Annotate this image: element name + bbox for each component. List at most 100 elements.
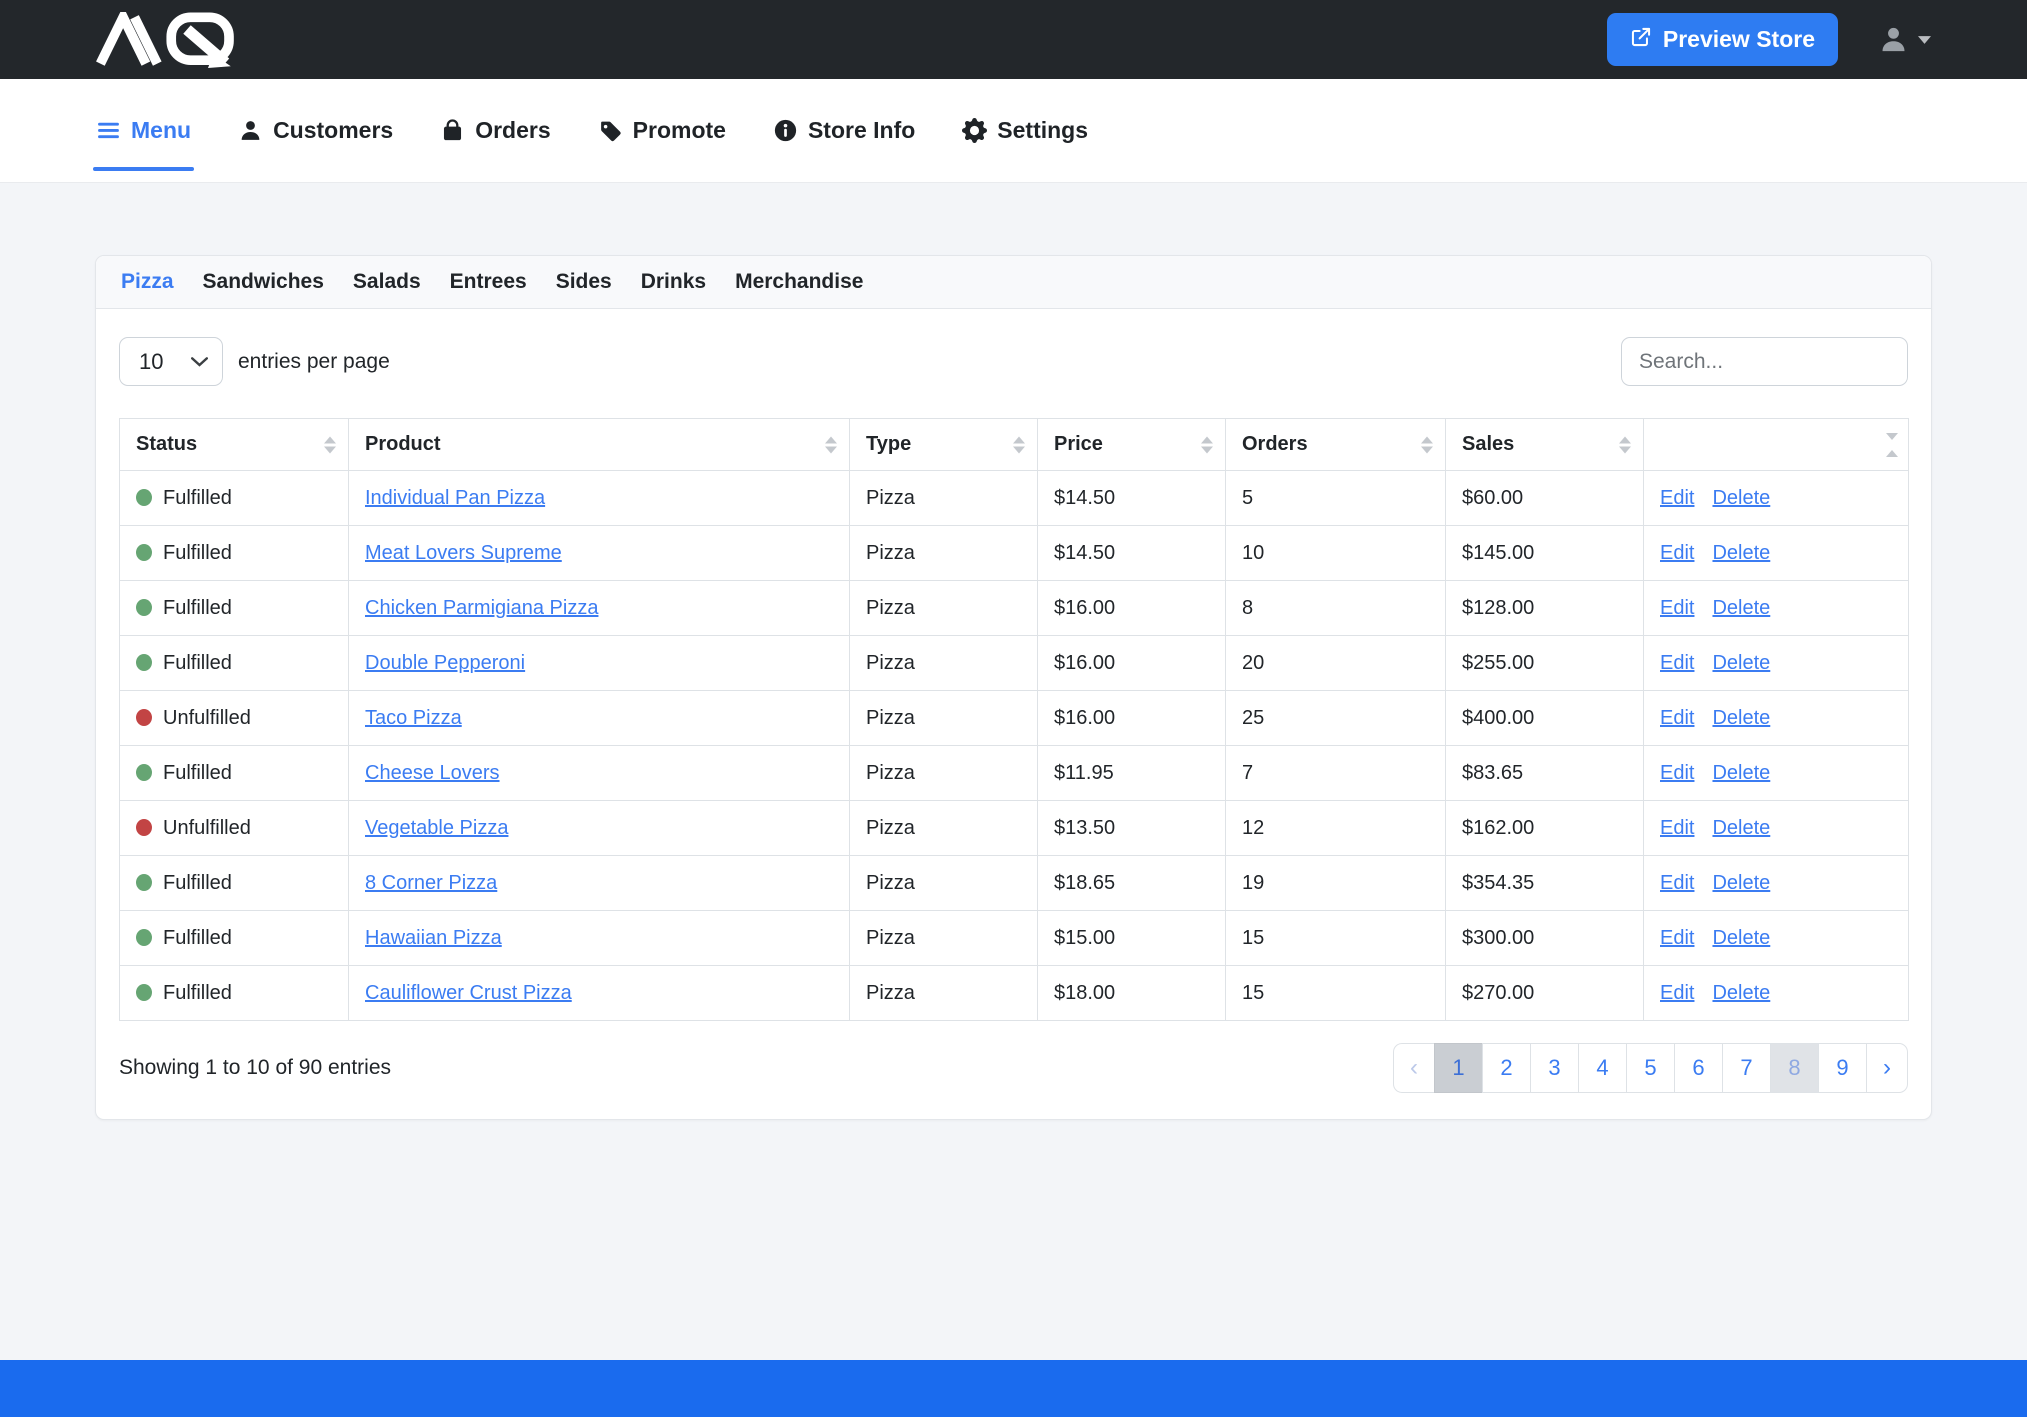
tab-sandwiches[interactable]: Sandwiches — [203, 270, 324, 294]
column-header-actions[interactable] — [1644, 419, 1909, 471]
next-page-button[interactable]: › — [1866, 1043, 1908, 1093]
column-header-type[interactable]: Type — [850, 419, 1038, 471]
type-cell: Pizza — [850, 581, 1038, 636]
delete-link[interactable]: Delete — [1712, 762, 1770, 784]
product-link[interactable]: Cauliflower Crust Pizza — [365, 982, 572, 1004]
prev-page-button[interactable]: ‹ — [1393, 1043, 1435, 1093]
delete-link[interactable]: Delete — [1712, 927, 1770, 949]
preview-store-label: Preview Store — [1663, 26, 1815, 53]
edit-link[interactable]: Edit — [1660, 542, 1694, 564]
search-input[interactable] — [1621, 337, 1908, 386]
user-menu[interactable] — [1878, 24, 1931, 55]
page-button-4[interactable]: 4 — [1578, 1043, 1627, 1093]
actions-cell: Edit Delete — [1644, 746, 1909, 801]
delete-link[interactable]: Delete — [1712, 652, 1770, 674]
status-dot-icon — [136, 819, 152, 836]
page-button-8[interactable]: 8 — [1770, 1043, 1819, 1093]
column-header-product[interactable]: Product — [349, 419, 850, 471]
product-link[interactable]: Chicken Parmigiana Pizza — [365, 597, 598, 619]
column-header-status[interactable]: Status — [120, 419, 349, 471]
delete-link[interactable]: Delete — [1712, 487, 1770, 509]
nav-item-customers[interactable]: Customers — [238, 79, 393, 182]
column-header-sales[interactable]: Sales — [1446, 419, 1644, 471]
page-button-7[interactable]: 7 — [1722, 1043, 1771, 1093]
column-header-orders[interactable]: Orders — [1226, 419, 1446, 471]
product-link[interactable]: Hawaiian Pizza — [365, 927, 502, 949]
nav-item-settings[interactable]: Settings — [962, 79, 1088, 182]
edit-link[interactable]: Edit — [1660, 872, 1694, 894]
status-dot-icon — [136, 984, 152, 1001]
delete-link[interactable]: Delete — [1712, 872, 1770, 894]
delete-link[interactable]: Delete — [1712, 542, 1770, 564]
sales-cell: $162.00 — [1446, 801, 1644, 856]
entries-per-page-label: entries per page — [238, 350, 390, 374]
nav-item-store-info[interactable]: Store Info — [773, 79, 915, 182]
product-link[interactable]: Taco Pizza — [365, 707, 462, 729]
product-link[interactable]: Meat Lovers Supreme — [365, 542, 562, 564]
gear-icon — [962, 118, 987, 143]
page-button-2[interactable]: 2 — [1482, 1043, 1531, 1093]
nav-item-label: Store Info — [808, 117, 915, 144]
page-button-3[interactable]: 3 — [1530, 1043, 1579, 1093]
edit-link[interactable]: Edit — [1660, 762, 1694, 784]
edit-link[interactable]: Edit — [1660, 597, 1694, 619]
nav-item-orders[interactable]: Orders — [440, 79, 550, 182]
page-button-1[interactable]: 1 — [1434, 1043, 1483, 1093]
sales-cell: $300.00 — [1446, 911, 1644, 966]
tab-sides[interactable]: Sides — [556, 270, 612, 294]
edit-link[interactable]: Edit — [1660, 817, 1694, 839]
status-cell: Fulfilled — [120, 856, 349, 911]
page-button-9[interactable]: 9 — [1818, 1043, 1867, 1093]
page-size-select[interactable]: 10 — [119, 337, 223, 386]
column-header-label: Product — [365, 433, 441, 455]
nav-item-menu[interactable]: Menu — [96, 79, 191, 182]
table-row: FulfilledDouble PepperoniPizza$16.0020$2… — [120, 636, 1909, 691]
product-link[interactable]: 8 Corner Pizza — [365, 872, 497, 894]
tab-merchandise[interactable]: Merchandise — [735, 270, 863, 294]
page-button-5[interactable]: 5 — [1626, 1043, 1675, 1093]
status-cell: Fulfilled — [120, 636, 349, 691]
status-cell: Fulfilled — [120, 581, 349, 636]
product-cell: Vegetable Pizza — [349, 801, 850, 856]
tab-drinks[interactable]: Drinks — [641, 270, 706, 294]
products-table: Status Product TypePriceOrdersSales Fulfill… — [119, 418, 1909, 1021]
edit-link[interactable]: Edit — [1660, 707, 1694, 729]
orders-cell: 20 — [1226, 636, 1446, 691]
type-cell: Pizza — [850, 801, 1038, 856]
product-link[interactable]: Double Pepperoni — [365, 652, 525, 674]
tab-pizza[interactable]: Pizza — [121, 270, 174, 294]
price-cell: $13.50 — [1038, 801, 1226, 856]
table-row: UnfulfilledVegetable PizzaPizza$13.5012$… — [120, 801, 1909, 856]
delete-link[interactable]: Delete — [1712, 707, 1770, 729]
product-link[interactable]: Individual Pan Pizza — [365, 487, 545, 509]
tab-salads[interactable]: Salads — [353, 270, 421, 294]
status-label: Fulfilled — [163, 982, 232, 1004]
nav-item-label: Settings — [997, 117, 1088, 144]
price-cell: $14.50 — [1038, 471, 1226, 526]
price-cell: $16.00 — [1038, 691, 1226, 746]
nav-item-promote[interactable]: Promote — [598, 79, 726, 182]
tab-entrees[interactable]: Entrees — [450, 270, 527, 294]
orders-cell: 15 — [1226, 911, 1446, 966]
page-button-6[interactable]: 6 — [1674, 1043, 1723, 1093]
type-cell: Pizza — [850, 636, 1038, 691]
chevron-down-icon — [191, 357, 208, 367]
status-label: Fulfilled — [163, 927, 232, 949]
product-link[interactable]: Vegetable Pizza — [365, 817, 508, 839]
type-cell: Pizza — [850, 691, 1038, 746]
preview-store-button[interactable]: Preview Store — [1607, 13, 1838, 66]
table-row: FulfilledChicken Parmigiana PizzaPizza$1… — [120, 581, 1909, 636]
edit-link[interactable]: Edit — [1660, 982, 1694, 1004]
delete-link[interactable]: Delete — [1712, 597, 1770, 619]
column-header-price[interactable]: Price — [1038, 419, 1226, 471]
edit-link[interactable]: Edit — [1660, 652, 1694, 674]
product-link[interactable]: Cheese Lovers — [365, 762, 500, 784]
table-row: UnfulfilledTaco PizzaPizza$16.0025$400.0… — [120, 691, 1909, 746]
delete-link[interactable]: Delete — [1712, 817, 1770, 839]
edit-link[interactable]: Edit — [1660, 487, 1694, 509]
edit-link[interactable]: Edit — [1660, 927, 1694, 949]
delete-link[interactable]: Delete — [1712, 982, 1770, 1004]
brand-logo[interactable] — [96, 12, 245, 68]
nav-item-label: Menu — [131, 117, 191, 144]
tag-icon — [598, 118, 623, 143]
